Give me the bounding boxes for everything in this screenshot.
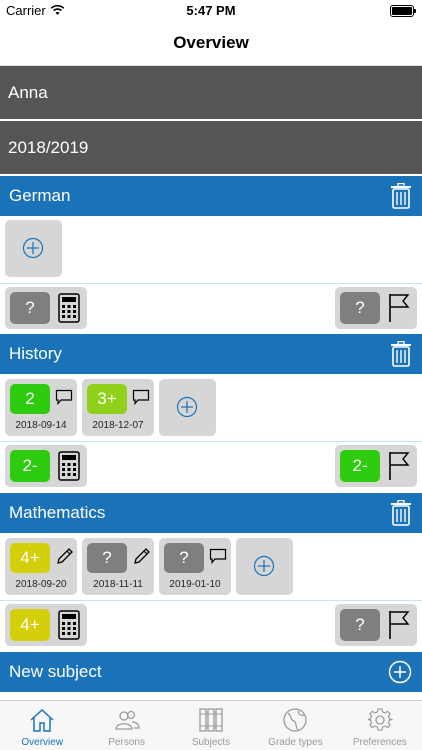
grade-card[interactable]: 2 2018-09-14 bbox=[5, 379, 77, 436]
plus-circle-icon[interactable] bbox=[388, 660, 412, 684]
subject-header-history[interactable]: History bbox=[0, 334, 422, 374]
tab-label: Subjects bbox=[191, 737, 231, 748]
home-icon bbox=[30, 708, 54, 732]
grade-card[interactable]: 4+ 2018-09-20 bbox=[5, 538, 77, 595]
calculator-icon bbox=[58, 451, 80, 481]
tab-label: Overview bbox=[21, 737, 64, 748]
tab-bar: Overview Persons Subjects Grade types Pr… bbox=[0, 700, 422, 750]
pencil-icon bbox=[57, 548, 73, 564]
tab-label: Preferences bbox=[352, 737, 407, 748]
plus-circle-icon bbox=[22, 237, 44, 259]
battery-icon bbox=[390, 5, 416, 17]
person-name: Anna bbox=[8, 82, 48, 102]
calculator-icon bbox=[58, 293, 80, 323]
tab-overview[interactable]: Overview bbox=[0, 701, 84, 750]
trash-icon[interactable] bbox=[390, 183, 412, 209]
grade-value: 4+ bbox=[10, 543, 50, 573]
final-grade-card[interactable]: 2- bbox=[335, 445, 417, 487]
pencil-icon bbox=[134, 548, 150, 564]
status-bar: Carrier 5:47 PM bbox=[0, 0, 422, 22]
person-selector[interactable]: Anna bbox=[0, 66, 422, 119]
clock: 5:47 PM bbox=[186, 3, 236, 18]
comment-icon bbox=[132, 389, 150, 405]
tab-label: Persons bbox=[108, 737, 145, 748]
comment-icon bbox=[209, 548, 227, 564]
subject-header-german[interactable]: German bbox=[0, 176, 422, 216]
grade-value: 2 bbox=[10, 384, 50, 414]
calculator-icon bbox=[58, 610, 80, 640]
grade-value: 3+ bbox=[87, 384, 127, 414]
flag-icon bbox=[389, 452, 410, 480]
grade-date: 2018-09-14 bbox=[15, 420, 67, 431]
persons-icon bbox=[114, 710, 140, 730]
average-card[interactable]: ? bbox=[5, 287, 87, 329]
final-grade-card[interactable]: ? bbox=[335, 287, 417, 329]
school-year-selector[interactable]: 2018/2019 bbox=[0, 121, 422, 174]
new-subject-row[interactable]: New subject bbox=[0, 652, 422, 692]
tab-subjects[interactable]: Subjects bbox=[169, 701, 253, 750]
school-year: 2018/2019 bbox=[8, 137, 89, 157]
final-grade: ? bbox=[340, 292, 380, 324]
tab-persons[interactable]: Persons bbox=[84, 701, 168, 750]
average-card[interactable]: 2- bbox=[5, 445, 87, 487]
gear-icon bbox=[367, 708, 393, 731]
subject-name: German bbox=[9, 186, 71, 205]
plus-circle-icon bbox=[253, 555, 275, 577]
add-grade-button[interactable] bbox=[159, 379, 216, 436]
grade-card[interactable]: ? 2018-11-11 bbox=[82, 538, 154, 595]
grade-value: ? bbox=[87, 543, 127, 573]
page-title: Overview bbox=[0, 22, 422, 66]
tab-preferences[interactable]: Preferences bbox=[338, 701, 422, 750]
grade-card[interactable]: 3+ 2018-12-07 bbox=[82, 379, 154, 436]
grade-date: 2018-09-20 bbox=[15, 579, 67, 590]
final-grade: ? bbox=[340, 609, 380, 641]
subject-header-mathematics[interactable]: Mathematics bbox=[0, 493, 422, 533]
average-card[interactable]: 4+ bbox=[5, 604, 87, 646]
final-grade: 2- bbox=[340, 450, 380, 482]
flag-icon bbox=[389, 611, 410, 639]
final-grade-card[interactable]: ? bbox=[335, 604, 417, 646]
average-grade: 4+ bbox=[10, 609, 50, 641]
trash-icon[interactable] bbox=[390, 341, 412, 367]
grade-date: 2018-11-11 bbox=[93, 579, 143, 590]
average-grade: 2- bbox=[10, 450, 50, 482]
average-grade: ? bbox=[10, 292, 50, 324]
globe-icon bbox=[283, 708, 308, 732]
grade-value: ? bbox=[164, 543, 204, 573]
comment-icon bbox=[55, 389, 73, 405]
binders-icon bbox=[199, 708, 223, 732]
trash-icon[interactable] bbox=[390, 500, 412, 526]
subject-name: History bbox=[9, 344, 62, 363]
add-grade-button[interactable] bbox=[236, 538, 293, 595]
grade-date: 2018-12-07 bbox=[92, 420, 144, 431]
grade-date: 2019-01-10 bbox=[169, 579, 221, 590]
new-subject-label: New subject bbox=[9, 662, 102, 681]
tab-grade-types[interactable]: Grade types bbox=[253, 701, 337, 750]
subject-name: Mathematics bbox=[9, 503, 106, 522]
plus-circle-icon bbox=[176, 396, 198, 418]
add-grade-button[interactable] bbox=[5, 220, 62, 277]
flag-icon bbox=[389, 294, 410, 322]
tab-label: Grade types bbox=[268, 737, 323, 748]
grade-card[interactable]: ? 2019-01-10 bbox=[159, 538, 231, 595]
